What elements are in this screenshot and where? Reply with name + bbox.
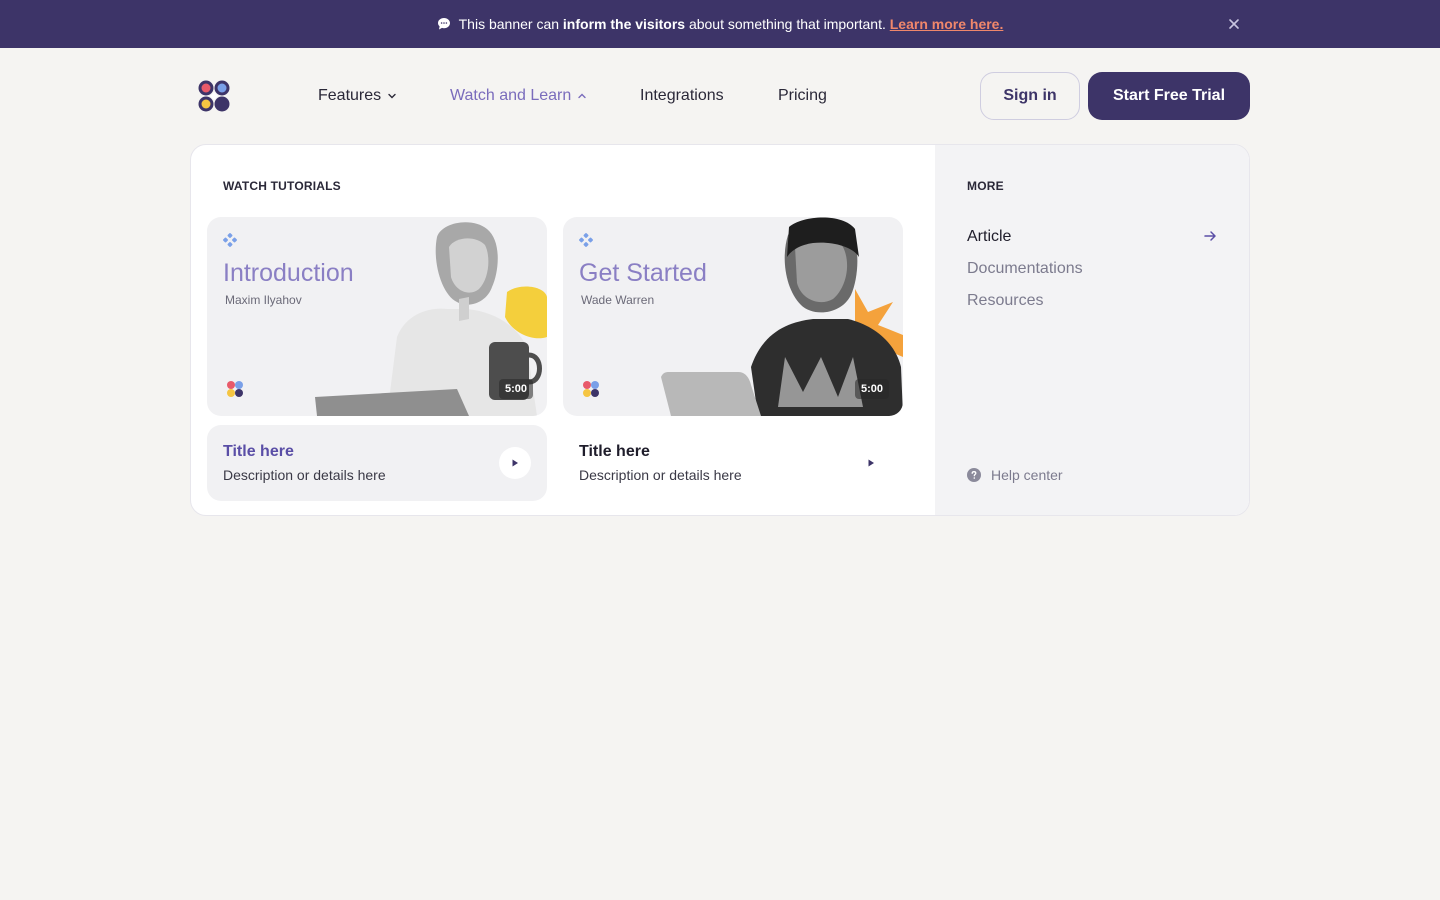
sparkle-icon (579, 233, 593, 247)
announcement-banner: This banner can inform the visitors abou… (0, 0, 1440, 48)
more-link-documentations[interactable]: Documentations (967, 260, 1083, 278)
brand-mini-logo (227, 381, 243, 397)
help-center-link[interactable]: Help center (967, 467, 1063, 483)
play-icon (868, 459, 874, 467)
banner-text-after: about something that important. (688, 16, 886, 32)
help-center-label: Help center (991, 467, 1063, 483)
video-card-introduction[interactable]: Introduction Maxim Ilyahov 5:00 (207, 217, 547, 416)
man-with-laptop-illustration (661, 217, 903, 416)
brand-logo[interactable] (197, 79, 231, 113)
close-icon (1229, 19, 1239, 29)
play-button[interactable] (499, 447, 531, 479)
nav-features[interactable]: Features (318, 86, 397, 106)
woman-with-mug-illustration (315, 222, 547, 416)
video-duration: 5:00 (854, 379, 889, 399)
sparkle-icon (223, 233, 237, 247)
arrow-right-icon[interactable] (1203, 229, 1217, 243)
banner-close-button[interactable] (1226, 16, 1242, 32)
nav-integrations-label: Integrations (640, 87, 724, 104)
nav-pricing-label: Pricing (778, 87, 827, 104)
banner-message: This banner can inform the visitors abou… (437, 16, 1004, 32)
watch-tutorials-heading: WATCH TUTORIALS (223, 179, 341, 193)
tutorial-item[interactable]: Title here Description or details here (563, 425, 903, 501)
video-author: Wade Warren (581, 293, 655, 307)
banner-text-bold: inform the visitors (562, 16, 686, 32)
brand-mini-logo (583, 381, 599, 397)
more-link-resources[interactable]: Resources (967, 292, 1043, 310)
start-free-trial-button[interactable]: Start Free Trial (1088, 72, 1250, 120)
video-title: Get Started (579, 259, 707, 287)
more-link-article[interactable]: Article (967, 228, 1011, 246)
watch-and-learn-dropdown: WATCH TUTORIALS Introduction Maxim Ilyah… (190, 144, 1250, 516)
banner-text-before: This banner can (458, 16, 560, 32)
tutorial-item-title: Title here (223, 443, 294, 460)
tutorial-item[interactable]: Title here Description or details here (207, 425, 547, 501)
sign-in-button[interactable]: Sign in (980, 72, 1080, 120)
tutorial-item-description: Description or details here (223, 467, 386, 483)
nav-features-label: Features (318, 87, 382, 104)
banner-learn-more-link[interactable]: Learn more here. (890, 16, 1004, 32)
help-circle-icon (967, 468, 981, 482)
nav-watch-and-learn[interactable]: Watch and Learn (450, 86, 587, 106)
video-title: Introduction (223, 259, 354, 287)
tutorial-item-description: Description or details here (579, 467, 742, 483)
play-button[interactable] (855, 447, 887, 479)
chevron-up-icon (578, 93, 586, 99)
video-author: Maxim Ilyahov (225, 293, 302, 307)
chat-bubble-icon (437, 18, 450, 30)
play-icon (512, 459, 518, 467)
nav-watch-and-learn-label: Watch and Learn (450, 87, 572, 104)
banner-text: This banner can inform the visitors abou… (459, 16, 1004, 32)
more-section: MORE Article Documentations Resources He… (935, 145, 1249, 515)
video-duration: 5:00 (498, 379, 533, 399)
nav-integrations[interactable]: Integrations (640, 86, 724, 106)
tutorial-item-title: Title here (579, 443, 650, 460)
more-heading: MORE (967, 179, 1004, 193)
chevron-down-icon (388, 93, 396, 99)
nav-pricing[interactable]: Pricing (778, 86, 827, 106)
video-card-get-started[interactable]: Get Started Wade Warren 5:00 (563, 217, 903, 416)
